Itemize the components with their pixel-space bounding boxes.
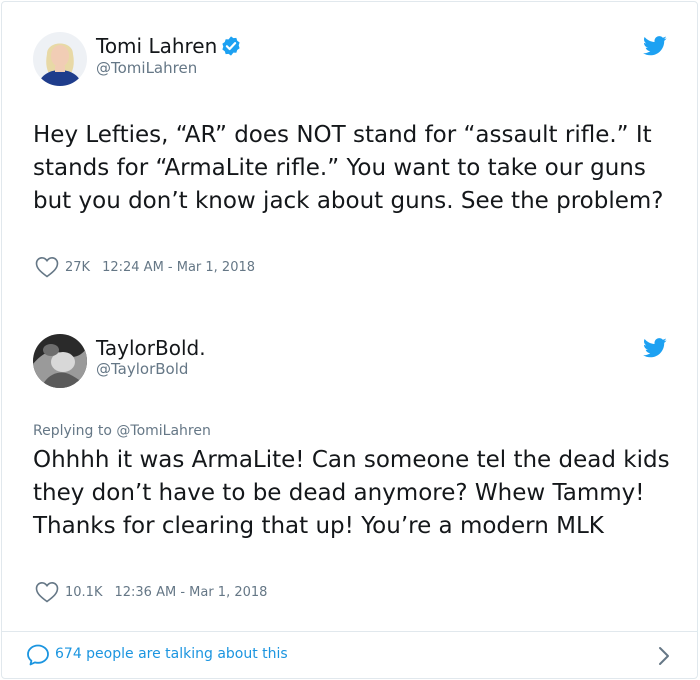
replying-to-link[interactable]: @TomiLahren [116,423,210,439]
author-name[interactable]: TaylorBold. [96,336,206,360]
tweet-timestamp[interactable]: 12:36 AM - Mar 1, 2018 [114,585,267,600]
tweet-text: Hey Lefties, “AR” does NOT stand for “as… [33,122,664,214]
heart-icon[interactable] [35,256,59,278]
speech-bubble-icon [27,644,49,666]
conversation-link[interactable]: 674 people are talking about this [55,646,288,662]
tweet-card-taylor[interactable]: TaylorBold. @TaylorBold Replying to @Tom… [1,303,698,632]
author-handle[interactable]: @TomiLahren [96,59,197,77]
verified-badge-icon [222,36,240,56]
heart-icon[interactable] [35,581,59,603]
author-name-text[interactable]: Tomi Lahren [96,34,217,58]
tweet-meta: 27K 12:24 AM - Mar 1, 2018 [35,255,255,279]
like-count[interactable]: 10.1K [65,585,102,600]
avatar[interactable] [33,334,87,388]
replying-to: Replying to @TomiLahren [33,423,211,439]
replying-to-label: Replying to [33,423,112,439]
conversation-footer[interactable]: 674 people are talking about this [1,631,698,679]
chevron-right-icon[interactable] [657,645,671,667]
author-handle[interactable]: @TaylorBold [96,360,188,378]
tweet-text: Ohhhh it was ArmaLite! Can someone tel t… [33,447,670,539]
tweet-meta: 10.1K 12:36 AM - Mar 1, 2018 [35,580,267,604]
twitter-bird-icon[interactable] [643,36,667,56]
like-count[interactable]: 27K [65,260,90,275]
author-name[interactable]: Tomi Lahren [96,34,242,58]
twitter-bird-icon[interactable] [643,338,667,358]
avatar[interactable] [33,32,87,86]
tweet-card-tomi[interactable]: Tomi Lahren @TomiLahren Hey Lefties, “AR… [1,1,698,304]
tweet-timestamp[interactable]: 12:24 AM - Mar 1, 2018 [102,260,255,275]
